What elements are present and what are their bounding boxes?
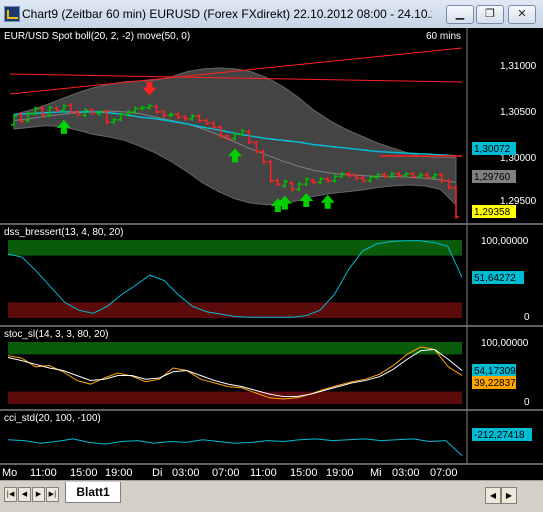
sheet-tab-blatt1[interactable]: Blatt1 bbox=[65, 482, 121, 503]
last-sheet-button[interactable]: ▶| bbox=[46, 487, 59, 502]
close-button[interactable]: ✕ bbox=[508, 5, 536, 24]
time-axis: Mo 11:00 15:00 19:00 Di 03:00 07:00 11:00 15:00 1… bbox=[2, 467, 458, 479]
stoc-tick-bottom: 0 bbox=[524, 397, 530, 408]
price-tick: 1,30500 bbox=[500, 107, 537, 118]
dss-oversold-zone bbox=[8, 302, 462, 318]
time-axis-label: 15:00 bbox=[290, 467, 318, 479]
price-tick: 1,31000 bbox=[500, 61, 537, 72]
chart-svg[interactable]: EUR/USD Spot boll(20, 2, -2) move(50, 0)… bbox=[0, 28, 543, 480]
app-icon bbox=[4, 6, 20, 22]
time-axis-label: 19:00 bbox=[105, 467, 133, 479]
stoc-value-1: 54,17309 bbox=[474, 366, 516, 377]
time-axis-label: 07:00 bbox=[212, 467, 240, 479]
time-axis-label: 03:00 bbox=[172, 467, 200, 479]
next-sheet-button[interactable]: ▶ bbox=[32, 487, 45, 502]
time-axis-label: 07:00 bbox=[430, 467, 458, 479]
scroll-right-button[interactable]: ▶ bbox=[501, 487, 517, 504]
dss-tick-top: 100,00000 bbox=[481, 236, 529, 247]
dss-overbought-zone bbox=[8, 240, 462, 256]
restore-button[interactable]: ❐ bbox=[476, 5, 504, 24]
interval-label: 60 mins bbox=[426, 31, 461, 42]
window-titlebar: Chart9 (Zeitbar 60 min) EURUSD (Forex FX… bbox=[0, 0, 543, 29]
scroll-left-button[interactable]: ◀ bbox=[485, 487, 501, 504]
time-axis-label: 19:00 bbox=[326, 467, 354, 479]
time-axis-label: 11:00 bbox=[30, 467, 57, 479]
first-sheet-button[interactable]: |◀ bbox=[4, 487, 17, 502]
stoc-tick-top: 100,00000 bbox=[481, 338, 529, 349]
window-title: Chart9 (Zeitbar 60 min) EURUSD (Forex FX… bbox=[22, 7, 432, 21]
chart-area[interactable]: EUR/USD Spot boll(20, 2, -2) move(50, 0)… bbox=[0, 28, 543, 480]
dss-tick-bottom: 0 bbox=[524, 312, 530, 323]
prev-sheet-button[interactable]: ◀ bbox=[18, 487, 31, 502]
time-axis-label: 15:00 bbox=[70, 467, 98, 479]
main-pane-label: EUR/USD Spot boll(20, 2, -2) move(50, 0) bbox=[4, 31, 190, 42]
stoc-oversold-zone bbox=[8, 391, 462, 404]
minimize-button[interactable]: ▁ bbox=[446, 5, 474, 24]
time-axis-label: Mo bbox=[2, 467, 17, 479]
time-axis-label: Di bbox=[152, 467, 162, 479]
cci-pane-label: cci_std(20, 100, -100) bbox=[4, 413, 101, 424]
stoc-pane-label: stoc_sl(14, 3, 3, 80, 20) bbox=[4, 329, 109, 340]
dss-value: 51,64272 bbox=[474, 273, 516, 284]
cci-value: -212,27418 bbox=[474, 430, 525, 441]
time-axis-label: 03:00 bbox=[392, 467, 420, 479]
time-axis-label: 11:00 bbox=[250, 467, 277, 479]
sheet-bar: |◀ ◀ ▶ ▶| Blatt1 ◀ ▶ bbox=[0, 480, 543, 512]
dss-pane-label: dss_bressert(13, 4, 80, 20) bbox=[4, 227, 124, 238]
ma-value: 1,30072 bbox=[474, 144, 511, 155]
band-value: 1,29760 bbox=[474, 172, 511, 183]
time-axis-label: Mi bbox=[370, 467, 382, 479]
stoc-value-2: 39,22837 bbox=[474, 378, 516, 389]
last-price-value: 1,29358 bbox=[474, 207, 511, 218]
stoc-overbought-zone bbox=[8, 342, 462, 355]
